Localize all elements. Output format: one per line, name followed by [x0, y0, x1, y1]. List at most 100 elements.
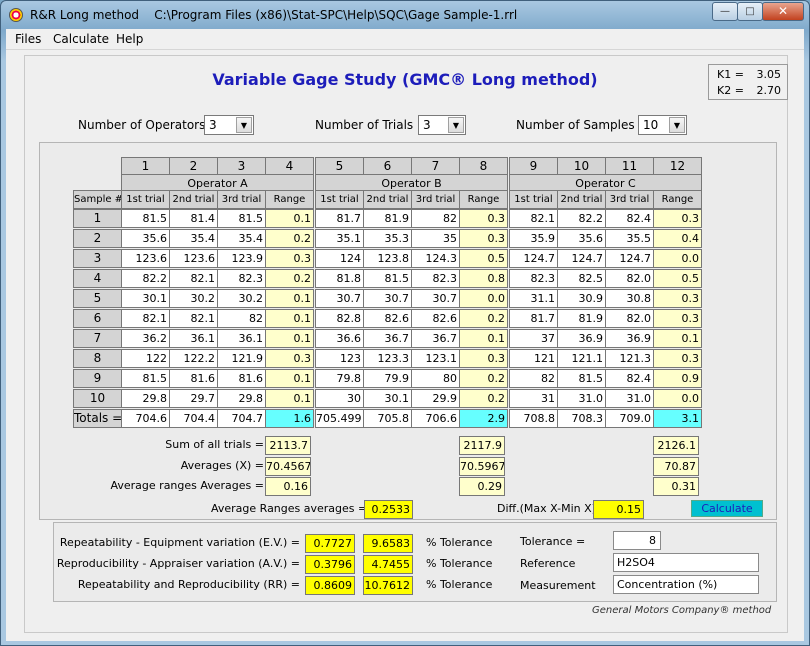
trial-cell[interactable]: 31 — [509, 389, 558, 408]
trial-cell[interactable]: 36.6 — [315, 329, 364, 348]
trial-cell[interactable]: 82.2 — [557, 209, 606, 228]
trial-cell[interactable]: 36.2 — [121, 329, 170, 348]
trial-cell[interactable]: 123.8 — [363, 249, 412, 268]
trial-cell[interactable]: 82.0 — [605, 309, 654, 328]
measurement-input[interactable]: Concentration (%) — [613, 575, 759, 594]
trial-cell[interactable]: 82.8 — [315, 309, 364, 328]
trial-cell[interactable]: 36.9 — [557, 329, 606, 348]
trial-cell[interactable]: 124.7 — [557, 249, 606, 268]
trial-cell[interactable]: 31.0 — [557, 389, 606, 408]
trial-cell[interactable]: 80 — [411, 369, 460, 388]
trial-cell[interactable]: 121.3 — [605, 349, 654, 368]
trial-cell[interactable]: 30.7 — [315, 289, 364, 308]
trial-cell[interactable]: 82 — [509, 369, 558, 388]
minimize-button[interactable]: — — [712, 2, 738, 21]
trial-cell[interactable]: 29.7 — [169, 389, 218, 408]
trial-cell[interactable]: 124 — [315, 249, 364, 268]
trial-cell[interactable]: 123.6 — [169, 249, 218, 268]
trial-cell[interactable]: 81.5 — [363, 269, 412, 288]
trial-cell[interactable]: 35.4 — [217, 229, 266, 248]
trial-cell[interactable]: 123 — [315, 349, 364, 368]
trial-cell[interactable]: 30.7 — [363, 289, 412, 308]
menu-files[interactable]: Files — [15, 32, 41, 46]
trial-cell[interactable]: 81.5 — [121, 369, 170, 388]
trial-cell[interactable]: 81.5 — [121, 209, 170, 228]
operators-select[interactable]: 3 ▼ — [204, 115, 254, 135]
trial-cell[interactable]: 36.7 — [363, 329, 412, 348]
trial-cell[interactable]: 30.9 — [557, 289, 606, 308]
trial-cell[interactable]: 121 — [509, 349, 558, 368]
close-button[interactable]: ✕ — [762, 2, 804, 21]
trial-cell[interactable]: 123.6 — [121, 249, 170, 268]
trial-cell[interactable]: 82.3 — [411, 269, 460, 288]
trial-cell[interactable]: 81.4 — [169, 209, 218, 228]
trial-cell[interactable]: 81.7 — [315, 209, 364, 228]
trial-cell[interactable]: 82.0 — [605, 269, 654, 288]
menu-calculate[interactable]: Calculate — [53, 32, 109, 46]
trial-cell[interactable]: 37 — [509, 329, 558, 348]
trial-cell[interactable]: 122.2 — [169, 349, 218, 368]
trial-cell[interactable]: 30.2 — [169, 289, 218, 308]
calculate-button[interactable]: Calculate — [691, 500, 763, 517]
trial-cell[interactable]: 122 — [121, 349, 170, 368]
trial-cell[interactable]: 81.7 — [509, 309, 558, 328]
reference-input[interactable]: H2SO4 — [613, 553, 759, 572]
trial-cell[interactable]: 123.9 — [217, 249, 266, 268]
trial-cell[interactable]: 30.8 — [605, 289, 654, 308]
trial-cell[interactable]: 121.1 — [557, 349, 606, 368]
trial-cell[interactable]: 30.1 — [121, 289, 170, 308]
trial-cell[interactable]: 35 — [411, 229, 460, 248]
trial-cell[interactable]: 81.9 — [557, 309, 606, 328]
trial-cell[interactable]: 124.7 — [509, 249, 558, 268]
chevron-down-icon[interactable]: ▼ — [669, 117, 685, 133]
trial-cell[interactable]: 124.3 — [411, 249, 460, 268]
trial-cell[interactable]: 30.1 — [363, 389, 412, 408]
trial-cell[interactable]: 35.9 — [509, 229, 558, 248]
trial-cell[interactable]: 35.3 — [363, 229, 412, 248]
trial-cell[interactable]: 82.3 — [217, 269, 266, 288]
trial-cell[interactable]: 35.6 — [121, 229, 170, 248]
trial-cell[interactable]: 123.1 — [411, 349, 460, 368]
trial-cell[interactable]: 36.1 — [169, 329, 218, 348]
trial-cell[interactable]: 82.6 — [363, 309, 412, 328]
trial-cell[interactable]: 30.2 — [217, 289, 266, 308]
trial-cell[interactable]: 82.1 — [509, 209, 558, 228]
menu-help[interactable]: Help — [116, 32, 143, 46]
trial-cell[interactable]: 79.9 — [363, 369, 412, 388]
trial-cell[interactable]: 82 — [411, 209, 460, 228]
chevron-down-icon[interactable]: ▼ — [236, 117, 252, 133]
trial-cell[interactable]: 81.5 — [217, 209, 266, 228]
trial-cell[interactable]: 35.5 — [605, 229, 654, 248]
trial-cell[interactable]: 81.8 — [315, 269, 364, 288]
trial-cell[interactable]: 36.7 — [411, 329, 460, 348]
trial-cell[interactable]: 123.3 — [363, 349, 412, 368]
trial-cell[interactable]: 29.8 — [121, 389, 170, 408]
trial-cell[interactable]: 82.4 — [605, 369, 654, 388]
trial-cell[interactable]: 29.9 — [411, 389, 460, 408]
trial-cell[interactable]: 30.7 — [411, 289, 460, 308]
trial-cell[interactable]: 81.5 — [557, 369, 606, 388]
trial-cell[interactable]: 82.5 — [557, 269, 606, 288]
trials-select[interactable]: 3 ▼ — [418, 115, 466, 135]
trial-cell[interactable]: 35.6 — [557, 229, 606, 248]
trial-cell[interactable]: 82.1 — [121, 309, 170, 328]
trial-cell[interactable]: 79.8 — [315, 369, 364, 388]
trial-cell[interactable]: 81.6 — [217, 369, 266, 388]
trial-cell[interactable]: 82.1 — [169, 309, 218, 328]
trial-cell[interactable]: 82.3 — [509, 269, 558, 288]
chevron-down-icon[interactable]: ▼ — [448, 117, 464, 133]
trial-cell[interactable]: 82 — [217, 309, 266, 328]
trial-cell[interactable]: 31.1 — [509, 289, 558, 308]
trial-cell[interactable]: 124.7 — [605, 249, 654, 268]
trial-cell[interactable]: 35.1 — [315, 229, 364, 248]
samples-select[interactable]: 10 ▼ — [638, 115, 687, 135]
tolerance-input[interactable]: 8 — [613, 531, 661, 550]
trial-cell[interactable]: 82.1 — [169, 269, 218, 288]
trial-cell[interactable]: 82.4 — [605, 209, 654, 228]
trial-cell[interactable]: 35.4 — [169, 229, 218, 248]
trial-cell[interactable]: 36.9 — [605, 329, 654, 348]
trial-cell[interactable]: 82.6 — [411, 309, 460, 328]
maximize-button[interactable]: □ — [737, 2, 763, 21]
trial-cell[interactable]: 36.1 — [217, 329, 266, 348]
trial-cell[interactable]: 31.0 — [605, 389, 654, 408]
